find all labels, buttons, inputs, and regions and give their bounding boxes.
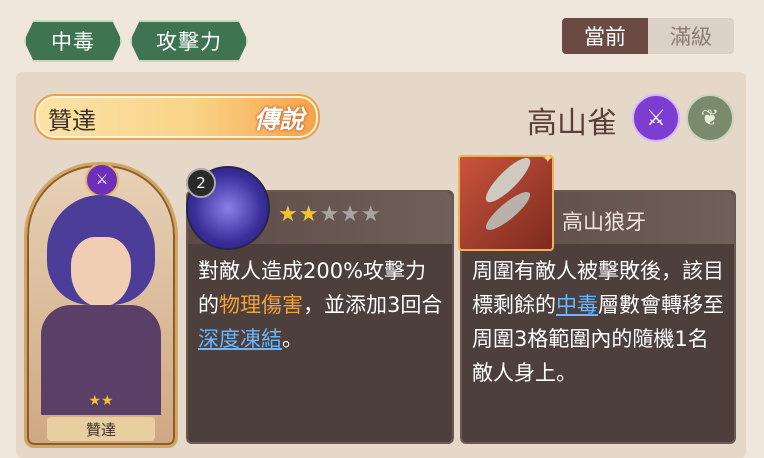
weapon-item-name: 高山狼牙 xyxy=(562,210,646,234)
crossed-swords-icon: ⚔ xyxy=(85,165,119,197)
leaf-icon: ❦ xyxy=(686,94,734,142)
weapon-image[interactable]: ✦ xyxy=(458,151,554,251)
tag-label: 攻擊力 xyxy=(156,30,222,54)
portrait-name: 贊達 xyxy=(47,417,155,441)
physical-damage-keyword: 物理傷害 xyxy=(219,293,303,317)
tag-attack[interactable]: 攻擊力 xyxy=(130,20,248,62)
character-banner: 贊達 傳說 xyxy=(34,94,320,140)
skill-description: 對敵人造成200%攻擊力的物理傷害，並添加3回合深度凍結。 xyxy=(198,259,443,351)
tag-poison[interactable]: 中毒 xyxy=(24,20,122,62)
character-name: 贊達 xyxy=(48,107,96,135)
weapon-name: 高山雀 xyxy=(527,106,617,141)
level-toggle: 當前 滿級 xyxy=(562,18,734,54)
deep-freeze-keyword[interactable]: 深度凍結 xyxy=(198,327,282,351)
sparkle-icon: ✦ xyxy=(542,151,554,167)
poison-keyword[interactable]: 中毒 xyxy=(556,293,598,317)
skill-stars: ★★★★★ xyxy=(278,202,382,227)
skill-level-badge: 2 xyxy=(186,168,216,198)
weapon-effect-description: 周圍有敵人被擊敗後，該目標剩餘的中毒層數會轉移至周圍3格範圍內的隨機1名敵人身上… xyxy=(472,259,724,385)
toggle-current[interactable]: 當前 xyxy=(562,18,648,54)
character-portrait[interactable]: ⚔ ★★ 贊達 xyxy=(24,162,178,448)
portrait-face xyxy=(71,237,131,307)
rarity-label: 傳說 xyxy=(253,105,304,134)
tag-label: 中毒 xyxy=(51,30,95,54)
toggle-max[interactable]: 滿級 xyxy=(648,18,734,54)
portrait-stars: ★★ xyxy=(88,393,114,409)
crossed-swords-icon: ⚔ xyxy=(632,94,680,142)
